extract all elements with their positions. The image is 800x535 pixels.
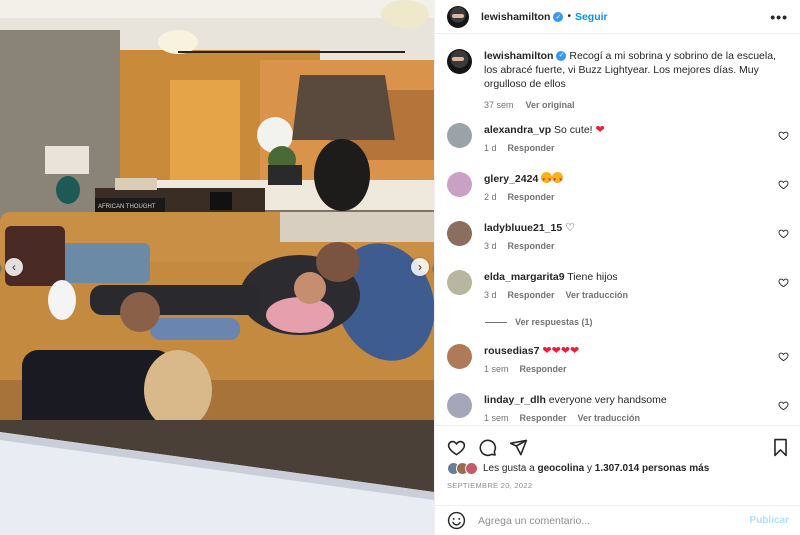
like-comment-icon[interactable] <box>778 130 789 141</box>
caption-username[interactable]: lewishamilton <box>484 50 553 62</box>
comment-item: linday_r_dlh everyone very handsome 1 se… <box>447 393 789 425</box>
reply-button[interactable]: Responder <box>520 411 567 425</box>
comment-age[interactable]: 1 sem <box>484 362 509 376</box>
post-date[interactable]: SEPTIEMBRE 20, 2022 <box>435 481 800 490</box>
action-bar <box>435 426 800 460</box>
heart-eyes-emoji-icon <box>552 172 564 187</box>
comment-age[interactable]: 2 d <box>484 190 497 204</box>
like-comment-icon[interactable] <box>778 179 789 190</box>
follow-button[interactable]: Seguir <box>575 11 608 23</box>
header-separator: • <box>567 11 571 22</box>
comment-item: elda_margarita9 Tiene hijos 3 d Responde… <box>447 270 789 302</box>
commenter-username[interactable]: ladybluue21_15 <box>484 222 562 234</box>
red-heart-icon: ❤ <box>570 345 580 357</box>
comment-text: everyone very handsome <box>548 394 667 406</box>
publish-button[interactable]: Publicar <box>750 515 789 526</box>
post-actions: Les gusta a geocolina y 1.307.014 person… <box>435 425 800 535</box>
see-translation-button[interactable]: Ver traducción <box>578 411 641 425</box>
like-comment-icon[interactable] <box>778 228 789 239</box>
reply-button[interactable]: Responder <box>508 141 555 155</box>
red-heart-icon: ❤ <box>560 345 571 357</box>
likes-user-link[interactable]: geocolina <box>538 463 585 474</box>
red-heart-icon: ❤ <box>595 124 605 136</box>
commenter-avatar[interactable] <box>447 344 472 369</box>
like-comment-icon[interactable] <box>778 277 789 288</box>
caption-age[interactable]: 37 sem <box>484 98 514 112</box>
replies-divider <box>485 321 507 323</box>
commenter-username[interactable]: glery_2424 <box>484 173 538 185</box>
red-heart-icon: ❤ <box>551 345 561 357</box>
like-comment-icon[interactable] <box>778 351 789 362</box>
comment-icon[interactable] <box>478 438 497 457</box>
next-photo-button[interactable]: › <box>411 258 429 276</box>
comment-item: ladybluue21_15 ♡ 3 d Responder <box>447 221 789 253</box>
caption-avatar[interactable] <box>447 49 472 74</box>
previous-photo-button[interactable]: ‹ <box>5 258 23 276</box>
comment-text: So cute! <box>554 124 596 136</box>
comment-item: glery_2424 2 d Responder <box>447 172 789 204</box>
comment-item: rousedias7 ❤❤❤❤ 1 sem Responder <box>447 344 789 376</box>
post-side-panel: lewishamilton ✓ • Seguir ••• lewishamilt… <box>434 0 800 535</box>
like-comment-icon[interactable] <box>778 400 789 411</box>
reply-button[interactable]: Responder <box>508 239 555 253</box>
verified-icon: ✓ <box>556 51 567 62</box>
heart-eyes-emoji-icon <box>541 172 553 187</box>
view-replies-button[interactable]: Ver respuestas (1) <box>485 317 593 327</box>
like-heart-icon[interactable] <box>447 438 466 457</box>
liker-avatar <box>465 462 478 475</box>
commenter-avatar[interactable] <box>447 123 472 148</box>
likes-prefix: Les gusta a <box>483 463 535 474</box>
commenter-username[interactable]: linday_r_dlh <box>484 394 546 406</box>
comment-input[interactable] <box>478 514 750 527</box>
comment-age[interactable]: 3 d <box>484 288 497 302</box>
comment-age[interactable]: 1 sem <box>484 411 509 425</box>
commenter-avatar[interactable] <box>447 393 472 418</box>
add-comment-bar: Publicar <box>435 505 800 535</box>
author-username[interactable]: lewishamilton <box>481 11 550 23</box>
more-options-icon[interactable]: ••• <box>770 9 788 25</box>
comment-age[interactable]: 1 d <box>484 141 497 155</box>
post-photo: AFRICAN THOUGHT <box>0 0 434 535</box>
comment-age[interactable]: 3 d <box>484 239 497 253</box>
reply-button[interactable]: Responder <box>520 362 567 376</box>
post-caption: lewishamilton ✓ Recogí a mi sobrina y sob… <box>435 35 800 112</box>
reply-button[interactable]: Responder <box>508 288 555 302</box>
verified-icon: ✓ <box>553 11 564 22</box>
post-media[interactable]: AFRICAN THOUGHT ‹ › <box>0 0 434 535</box>
see-translation-button[interactable]: Ver traducción <box>566 288 629 302</box>
author-avatar[interactable] <box>447 5 469 28</box>
commenter-username[interactable]: rousedias7 <box>484 345 539 357</box>
commenter-username[interactable]: elda_margarita9 <box>484 271 565 283</box>
reply-button[interactable]: Responder <box>508 190 555 204</box>
commenter-avatar[interactable] <box>447 221 472 246</box>
see-original-link[interactable]: Ver original <box>526 98 575 112</box>
commenter-avatar[interactable] <box>447 270 472 295</box>
share-send-icon[interactable] <box>509 438 528 457</box>
white-heart-icon: ♡ <box>565 222 576 234</box>
comment-text: Tiene hijos <box>567 271 618 283</box>
liker-avatars <box>447 462 478 475</box>
commenter-username[interactable]: alexandra_vp <box>484 124 551 136</box>
post-header: lewishamilton ✓ • Seguir ••• <box>435 0 800 34</box>
bookmark-icon[interactable] <box>772 438 789 457</box>
view-replies-label[interactable]: Ver respuestas (1) <box>515 317 593 327</box>
likes-count-link[interactable]: 1.307.014 personas más <box>595 463 710 474</box>
likes-joiner: y <box>586 463 592 474</box>
instagram-post-modal: AFRICAN THOUGHT ‹ › lewishamilton ✓ • Se… <box>0 0 800 535</box>
comments-list[interactable]: lewishamilton ✓ Recogí a mi sobrina y sob… <box>435 35 800 425</box>
comment-item: alexandra_vp So cute! ❤ 1 d Responder <box>447 123 789 155</box>
emoji-picker-icon[interactable] <box>447 511 466 530</box>
red-heart-icon: ❤ <box>542 345 552 357</box>
book-text: AFRICAN THOUGHT <box>98 204 156 210</box>
likes-summary[interactable]: Les gusta a geocolina y 1.307.014 person… <box>435 462 800 475</box>
commenter-avatar[interactable] <box>447 172 472 197</box>
